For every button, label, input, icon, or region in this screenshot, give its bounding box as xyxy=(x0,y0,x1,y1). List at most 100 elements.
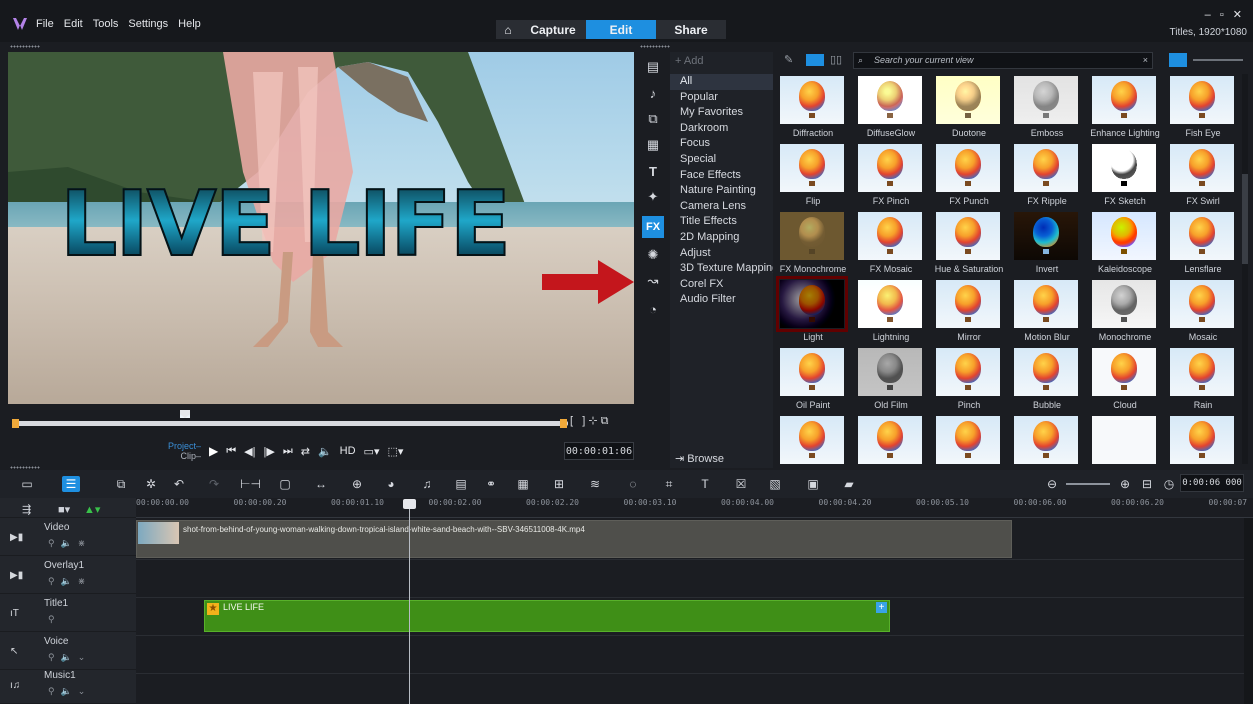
graphics-icon[interactable]: ▦ xyxy=(642,134,664,156)
effect-item[interactable]: Diffraction xyxy=(774,74,852,142)
effect-thumbnail[interactable] xyxy=(1092,348,1156,396)
effect-item[interactable]: FX Ripple xyxy=(1008,142,1086,210)
previous-frame-icon[interactable]: ◀| xyxy=(244,445,255,458)
category-darkroom[interactable]: Darkroom xyxy=(670,121,773,137)
clear-search-icon[interactable]: × xyxy=(1143,53,1148,68)
3d-title-icon[interactable]: ☒ xyxy=(732,476,750,492)
category-audio-filter[interactable]: Audio Filter xyxy=(670,292,773,308)
effect-thumbnail[interactable] xyxy=(858,212,922,260)
track-controls-icon[interactable]: ⚲🔈⌄ xyxy=(48,652,91,663)
effect-thumbnail[interactable] xyxy=(1092,416,1156,464)
effect-thumbnail[interactable] xyxy=(1092,280,1156,328)
effect-item[interactable] xyxy=(1008,414,1086,464)
go-to-end-icon[interactable]: ⏭ xyxy=(283,445,293,458)
track-header-overlay[interactable]: ▶▮ Overlay1 ⚲🔈⋇ xyxy=(0,556,136,594)
color-icon[interactable]: ◕ xyxy=(382,476,400,492)
trim-in-marker[interactable] xyxy=(12,419,19,428)
title-overlay-text[interactable]: LIVE LIFE xyxy=(59,179,512,271)
overlay-lane[interactable] xyxy=(136,560,1244,598)
timeline-duration[interactable]: 0:00:06 000 xyxy=(1180,474,1244,492)
effect-item[interactable]: Invert xyxy=(1008,210,1086,278)
effect-item[interactable]: Light xyxy=(774,276,852,346)
effect-thumbnail[interactable] xyxy=(1014,280,1078,328)
timeline-ruler[interactable]: 00:00:00.00 00:00:00.20 00:00:01.10 00:00:0… xyxy=(136,498,1253,518)
effect-thumbnail[interactable] xyxy=(780,212,844,260)
play-icon[interactable]: ▶ xyxy=(209,444,218,458)
effect-thumbnail[interactable] xyxy=(936,280,1000,328)
effect-thumbnail[interactable] xyxy=(1170,280,1234,328)
menu-edit[interactable]: Edit xyxy=(64,18,83,30)
track-controls-icon[interactable]: ⚲🔈⌄ xyxy=(48,686,91,697)
effect-thumbnail[interactable] xyxy=(936,212,1000,260)
multicam-icon[interactable]: ▦ xyxy=(514,476,532,492)
category-corel-fx[interactable]: Corel FX xyxy=(670,277,773,293)
effect-thumbnail[interactable] xyxy=(1014,76,1078,124)
menu-settings[interactable]: Settings xyxy=(128,18,168,30)
media-library-icon[interactable]: ▤ xyxy=(642,56,664,78)
effect-thumbnail[interactable] xyxy=(780,144,844,192)
effect-thumbnail[interactable] xyxy=(780,416,844,464)
effect-thumbnail[interactable] xyxy=(776,276,848,332)
effect-thumbnail[interactable] xyxy=(1170,144,1234,192)
category-title-effects[interactable]: Title Effects xyxy=(670,214,773,230)
effect-item[interactable] xyxy=(852,414,930,464)
auto-music-icon[interactable]: ≋ xyxy=(586,476,604,492)
playhead-line[interactable] xyxy=(409,500,410,704)
motion-track-icon[interactable]: ⚭ xyxy=(482,476,500,492)
project-clip-toggle[interactable]: Project– Clip– xyxy=(168,441,201,461)
ripple-icon[interactable]: ⊕ xyxy=(348,476,366,492)
effect-thumbnail[interactable] xyxy=(1170,348,1234,396)
effect-item[interactable]: Mosaic xyxy=(1164,278,1242,346)
split-screen-icon[interactable]: ⊞ xyxy=(550,476,568,492)
effect-thumbnail[interactable] xyxy=(1014,416,1078,464)
effect-item[interactable]: Mirror xyxy=(930,278,1008,346)
list-view-icon[interactable] xyxy=(1169,53,1187,67)
ripple-edit-icon[interactable]: ■▾ xyxy=(58,503,70,516)
add-track-icon[interactable]: ▲▾ xyxy=(84,503,100,516)
search-input[interactable]: ⌕ Search your current view × xyxy=(853,52,1153,69)
library-scrollbar[interactable] xyxy=(1242,74,1248,464)
effect-item[interactable]: Lensflare xyxy=(1164,210,1242,278)
category-3d-texture-mapping[interactable]: 3D Texture Mapping xyxy=(670,261,773,277)
playhead-handle[interactable] xyxy=(403,499,416,509)
preview-window[interactable]: LIVE LIFE xyxy=(8,52,634,404)
effect-item[interactable]: Kaleidoscope xyxy=(1086,210,1164,278)
category-my-favorites[interactable]: My Favorites xyxy=(670,105,773,121)
motion-icon[interactable]: ✺ xyxy=(642,244,664,266)
effect-item[interactable] xyxy=(774,414,852,464)
effect-thumbnail[interactable] xyxy=(1014,144,1078,192)
effect-item[interactable]: Cloud xyxy=(1086,346,1164,414)
effect-thumbnail[interactable] xyxy=(858,416,922,464)
zoom-in-icon[interactable]: ⊕ xyxy=(1116,476,1134,492)
effect-thumbnail[interactable] xyxy=(1014,348,1078,396)
trim-icon[interactable]: ▢ xyxy=(276,476,294,492)
menu-help[interactable]: Help xyxy=(178,18,201,30)
effect-item[interactable]: Old Film xyxy=(852,346,930,414)
category-special[interactable]: Special xyxy=(670,152,773,168)
track-header-music[interactable]: ı♫ Music1 ⚲🔈⌄ xyxy=(0,666,136,704)
video-clip[interactable]: shot-from-behind-of-young-woman-walking-… xyxy=(136,520,1012,558)
clip-mode-label[interactable]: Clip– xyxy=(168,451,202,461)
effect-item[interactable]: Emboss xyxy=(1008,74,1086,142)
effect-thumbnail[interactable] xyxy=(780,348,844,396)
effect-item[interactable]: FX Punch xyxy=(930,142,1008,210)
audio-mix-icon[interactable]: ♫ xyxy=(418,476,436,492)
track-header-title[interactable]: ıT Title1 ⚲ xyxy=(0,594,136,632)
browse-button[interactable]: ⇥ Browse xyxy=(670,452,773,465)
effect-tool-icon[interactable]: ▧ xyxy=(766,476,784,492)
effect-thumbnail[interactable] xyxy=(1170,76,1234,124)
storyboard-view-icon[interactable]: ▭ xyxy=(18,476,36,492)
panel-grip[interactable] xyxy=(10,466,40,469)
view-toggle-icon[interactable] xyxy=(806,54,824,66)
filter-icon[interactable]: ✎ xyxy=(784,53,793,66)
expand-icon[interactable]: + xyxy=(876,602,887,613)
hd-toggle[interactable]: HD xyxy=(340,445,356,457)
aspect-ratio-icon[interactable]: ▭▾ xyxy=(364,445,380,458)
repeat-icon[interactable]: ⇄ xyxy=(301,445,310,458)
effect-thumbnail[interactable] xyxy=(936,76,1000,124)
preview-scrubber[interactable]: [ ] ⊹ ⧉ xyxy=(8,410,634,434)
track-controls-icon[interactable]: ⚲🔈⋇ xyxy=(48,538,91,549)
redo-icon[interactable]: ↷ xyxy=(205,476,223,492)
effect-thumbnail[interactable] xyxy=(858,280,922,328)
effect-item[interactable] xyxy=(1164,414,1242,464)
